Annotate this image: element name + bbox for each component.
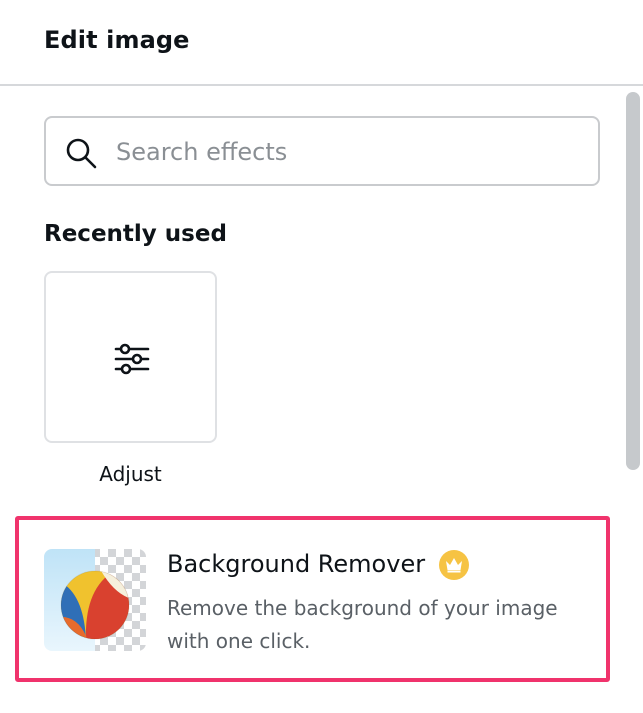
beach-ball-thumbnail [44,549,146,651]
background-remover-card[interactable]: Background Remover Remove the background… [15,516,610,682]
search-icon [64,136,98,170]
panel-header: Edit image [0,0,643,86]
search-box[interactable] [44,116,600,186]
feature-title: Background Remover [167,550,426,578]
panel-title: Edit image [44,26,190,54]
scrollbar-thumb[interactable] [626,92,640,470]
recently-used-heading: Recently used [44,221,227,247]
edit-image-panel: Edit image Recently used Adjust [0,0,643,713]
effect-tile-adjust[interactable] [44,271,217,443]
sliders-icon [113,340,151,378]
scrollbar[interactable] [623,86,643,713]
effect-tile-label: Adjust [99,462,162,486]
crown-icon [439,550,469,580]
search-input[interactable] [116,131,576,173]
feature-description: Remove the background of your image with… [167,596,558,653]
